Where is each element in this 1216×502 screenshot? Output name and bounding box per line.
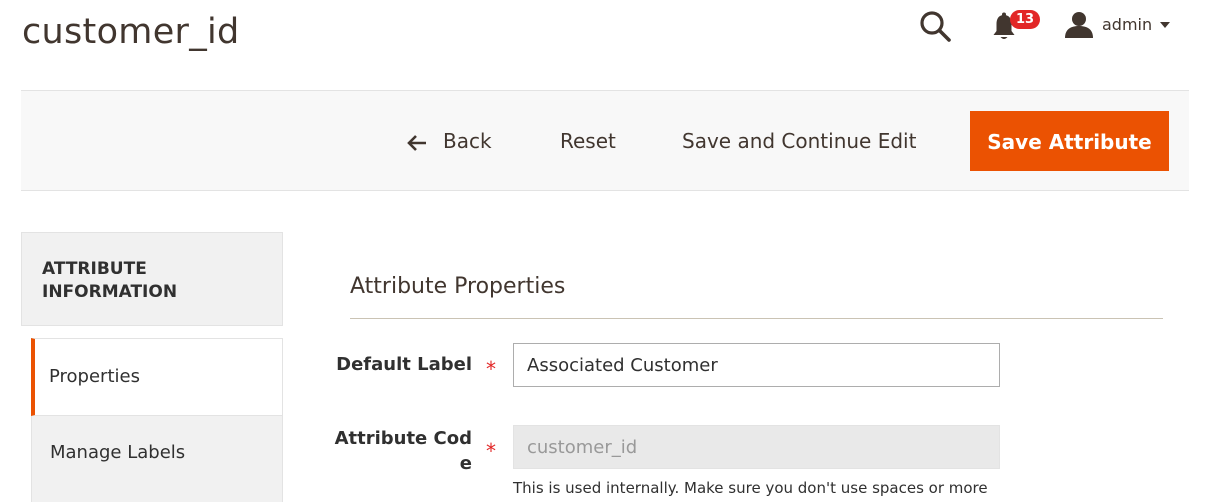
arrow-left-icon [407, 134, 427, 151]
user-account-menu[interactable]: admin [1064, 8, 1176, 44]
header-actions: 13 admin [918, 8, 1178, 44]
attribute-code-note: This is used internally. Make sure you d… [513, 479, 988, 497]
caret-down-icon [1160, 22, 1170, 28]
reset-button[interactable]: Reset [560, 111, 616, 171]
section-divider [350, 318, 1163, 319]
attribute-code-label-text: Attribute Cod e [334, 428, 472, 474]
attribute-code-label: Attribute Cod e [300, 426, 472, 476]
page-title: customer_id [22, 12, 240, 52]
page-actions-toolbar: Back Reset Save and Continue Edit Save A… [21, 90, 1189, 191]
save-attribute-button[interactable]: Save Attribute [970, 111, 1169, 171]
default-label-label: Default Label [336, 354, 472, 375]
user-icon [1065, 12, 1093, 38]
back-button[interactable]: Back [407, 111, 492, 171]
back-button-label: Back [443, 129, 492, 153]
required-indicator: * [486, 439, 496, 463]
sidebar-item-properties[interactable]: Properties [31, 338, 283, 416]
save-and-continue-button[interactable]: Save and Continue Edit [682, 111, 916, 171]
default-label-input[interactable] [513, 343, 1000, 387]
notification-count-badge[interactable]: 13 [1010, 10, 1041, 29]
sidebar-item-manage-labels[interactable]: Manage Labels [31, 416, 283, 502]
attribute-code-input [513, 425, 1000, 469]
required-indicator: * [486, 357, 496, 381]
search-icon [920, 11, 951, 42]
section-title: Attribute Properties [350, 274, 566, 299]
attribute-information-nav: ATTRIBUTE INFORMATION Properties Manage … [21, 232, 283, 502]
search-button[interactable] [918, 8, 952, 44]
user-name: admin [1102, 15, 1153, 34]
sidebar-title: ATTRIBUTE INFORMATION [21, 232, 283, 326]
